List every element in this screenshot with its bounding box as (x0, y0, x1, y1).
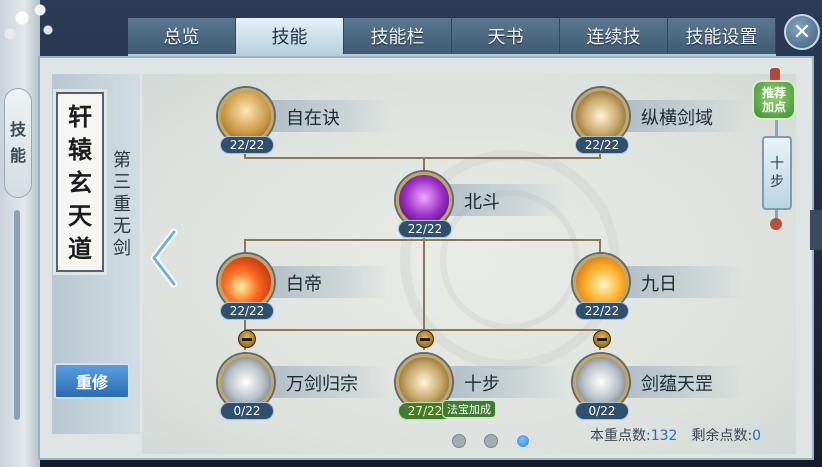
page-dot[interactable] (484, 434, 498, 448)
skill-wanjianguizong[interactable]: 万剑归宗 0/22 (218, 330, 390, 420)
side-tab-char: 技 (9, 120, 26, 139)
remaining-points-label: 剩余点数: (691, 428, 753, 444)
tier-label-char: 重 (113, 194, 131, 215)
skill-name: 白帝 (286, 274, 322, 295)
tab-bar: 总览 技能 技能栏 天书 连续技 技能设置 (128, 18, 776, 56)
lock-icon (416, 330, 434, 348)
tier-points-value: 132 (650, 428, 678, 444)
side-tab-char: 能 (9, 146, 26, 165)
close-button[interactable]: ✕ (784, 14, 820, 50)
page-dot-active[interactable] (516, 434, 530, 448)
tab-skill-bar[interactable]: 技能栏 (344, 18, 452, 54)
side-tab-skills[interactable]: 技 能 (4, 88, 32, 198)
tier-label-char: 三 (113, 172, 131, 193)
plum-blossom-decoration (0, 0, 60, 52)
lock-icon (593, 330, 611, 348)
skill-level: 0/22 (220, 402, 274, 420)
reset-button[interactable]: 重修 (54, 363, 130, 399)
sect-title-char: 辕 (68, 134, 92, 164)
recommend-label: 推荐 (761, 86, 786, 100)
sect-title-char: 玄 (68, 167, 92, 197)
right-edge-handle (810, 210, 822, 250)
close-icon: ✕ (792, 19, 812, 45)
skill-name: 自在诀 (286, 108, 340, 129)
remaining-points-value: 0 (752, 428, 762, 444)
skill-level: 0/22 (575, 402, 629, 420)
plan-bead (770, 218, 782, 230)
tier-points-label: 本重点数: (590, 428, 651, 444)
skill-jianyuntianzhao[interactable]: 剑蕴天罡 0/22 (573, 330, 745, 420)
page-indicator (452, 434, 530, 448)
skill-level: 22/22 (220, 136, 274, 154)
skill-baidi[interactable]: 白帝 22/22 (218, 252, 390, 320)
lock-icon (238, 330, 256, 348)
skill-name: 九日 (641, 274, 677, 295)
plan-tag-char: 步 (770, 174, 784, 190)
skill-name: 十步 (464, 374, 500, 395)
prev-tier-arrow-icon[interactable] (148, 228, 180, 288)
tier-label: 第 三 重 无 剑 (110, 150, 134, 260)
tier-label-char: 无 (113, 216, 131, 237)
tab-tianshu[interactable]: 天书 (452, 18, 560, 54)
page-dot[interactable] (452, 434, 466, 448)
left-rail (14, 210, 20, 420)
recommend-label: 加点 (761, 100, 786, 114)
skill-level: 22/22 (398, 220, 452, 238)
skill-zizaijue[interactable]: 自在诀 22/22 (218, 86, 390, 154)
skill-beidou[interactable]: 北斗 22/22 (396, 170, 568, 238)
skill-zonghengjianyu[interactable]: 纵横剑域 22/22 (573, 86, 745, 154)
sect-title-char: 轩 (68, 101, 92, 131)
skill-level: 22/22 (575, 136, 629, 154)
artifact-bonus-badge: 法宝加成 (442, 400, 496, 418)
sect-title-char: 道 (68, 233, 92, 263)
top-strip-decoration (430, 0, 490, 14)
skill-name: 剑蕴天罡 (641, 374, 713, 395)
sect-title-char: 天 (68, 200, 92, 230)
tab-skills[interactable]: 技能 (236, 18, 344, 54)
skill-level: 22/22 (575, 302, 629, 320)
tab-overview[interactable]: 总览 (128, 18, 236, 54)
sect-title-scroll: 轩 辕 玄 天 道 (56, 92, 104, 272)
skill-name: 万剑归宗 (286, 374, 358, 395)
points-stats: 本重点数:132 剩余点数:0 (590, 425, 761, 445)
tab-skill-settings[interactable]: 技能设置 (668, 18, 776, 54)
left-decoration (0, 0, 40, 467)
skill-name: 纵横剑域 (641, 108, 713, 129)
recommend-points-button[interactable]: 推荐 加点 (752, 80, 796, 120)
plan-tag-char: 十 (770, 156, 784, 172)
skill-level: 22/22 (220, 302, 274, 320)
plan-tag-shibu[interactable]: 十 步 (762, 136, 792, 210)
tab-combo[interactable]: 连续技 (560, 18, 668, 54)
skill-name: 北斗 (464, 192, 500, 213)
tier-label-char: 第 (113, 150, 131, 171)
skill-jiuri[interactable]: 九日 22/22 (573, 252, 745, 320)
tier-label-char: 剑 (113, 238, 131, 259)
skill-shibu[interactable]: 十步 27/22 法宝加成 (396, 330, 568, 420)
